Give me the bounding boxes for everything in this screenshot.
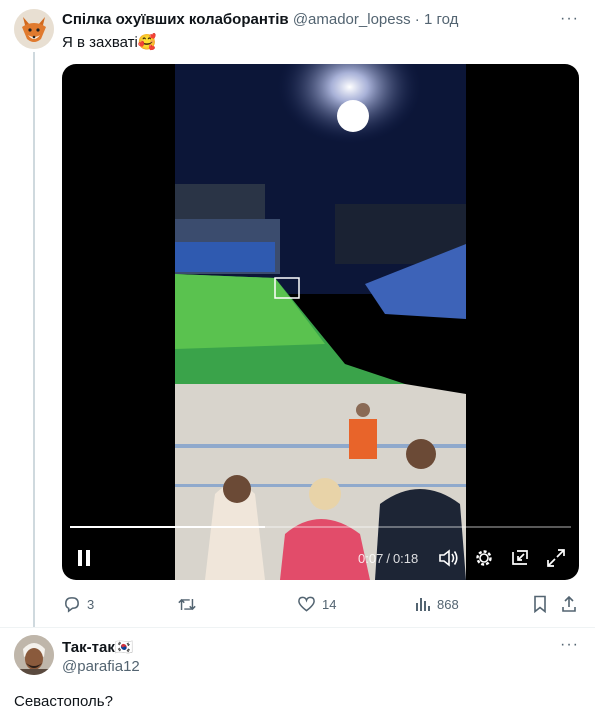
video-player[interactable]: 0:07 / 0:18 (62, 64, 579, 580)
fullscreen-button[interactable] (546, 545, 566, 571)
repost-button[interactable] (177, 592, 203, 616)
like-icon (298, 596, 315, 612)
volume-button[interactable] (438, 545, 460, 571)
pause-button[interactable] (76, 545, 92, 571)
tweet-text: Я в захваті🥰 (62, 34, 157, 51)
divider (0, 627, 595, 628)
author-avatar[interactable] (14, 9, 54, 49)
time-separator: · (414, 11, 420, 28)
author-handle[interactable]: @amador_lopess (293, 11, 411, 28)
video-current-time: 0:07 (358, 550, 384, 566)
reply-count: 3 (87, 596, 95, 612)
volume-icon (439, 549, 458, 567)
fox-avatar-icon (14, 9, 54, 49)
reply-author-avatar[interactable] (14, 635, 54, 675)
video-frame (175, 64, 466, 580)
video-duration: 0:18 (392, 550, 419, 566)
tweet-actions: 3 14 868 (62, 592, 579, 616)
tweet-header: Спілка охуївших колаборантів @amador_lop… (62, 11, 458, 28)
video-time: 0:07 / 0:18 (358, 545, 418, 571)
reply-author-handle[interactable]: @parafia12 (62, 658, 140, 675)
bookmark-icon (534, 595, 546, 613)
fullscreen-icon (547, 549, 565, 567)
like-button[interactable]: 14 (297, 592, 336, 616)
pip-button[interactable] (510, 545, 530, 571)
video-progress-bar[interactable] (70, 526, 571, 528)
video-time-separator: / (386, 550, 390, 566)
views-count: 868 (437, 596, 459, 612)
video-progress-fill (70, 526, 266, 528)
author-name[interactable]: Спілка охуївших колаборантів (62, 11, 289, 28)
share-icon (562, 595, 576, 612)
more-icon[interactable]: ··· (560, 10, 579, 28)
share-button[interactable] (561, 592, 577, 616)
reply-author-name: Так-так🇰🇷 (62, 638, 134, 656)
reply-more-icon[interactable]: ··· (560, 636, 579, 654)
reply-text: Севастополь? (14, 693, 113, 710)
man-avatar-icon (14, 635, 54, 675)
bookmark-button[interactable] (533, 592, 547, 616)
like-count: 14 (322, 596, 337, 612)
tweet-time[interactable]: 1 год (424, 11, 458, 28)
gear-icon (476, 550, 492, 566)
pip-icon (512, 550, 528, 565)
reply-icon (65, 596, 79, 613)
reply-author-name-text[interactable]: Так-так🇰🇷 (62, 639, 134, 656)
settings-button[interactable] (474, 545, 494, 571)
reply-button[interactable]: 3 (62, 592, 94, 616)
views-button[interactable]: 868 (415, 592, 459, 616)
thread-line (33, 52, 35, 628)
pause-icon (78, 550, 90, 566)
repost-icon (178, 598, 196, 610)
views-icon (416, 598, 430, 611)
